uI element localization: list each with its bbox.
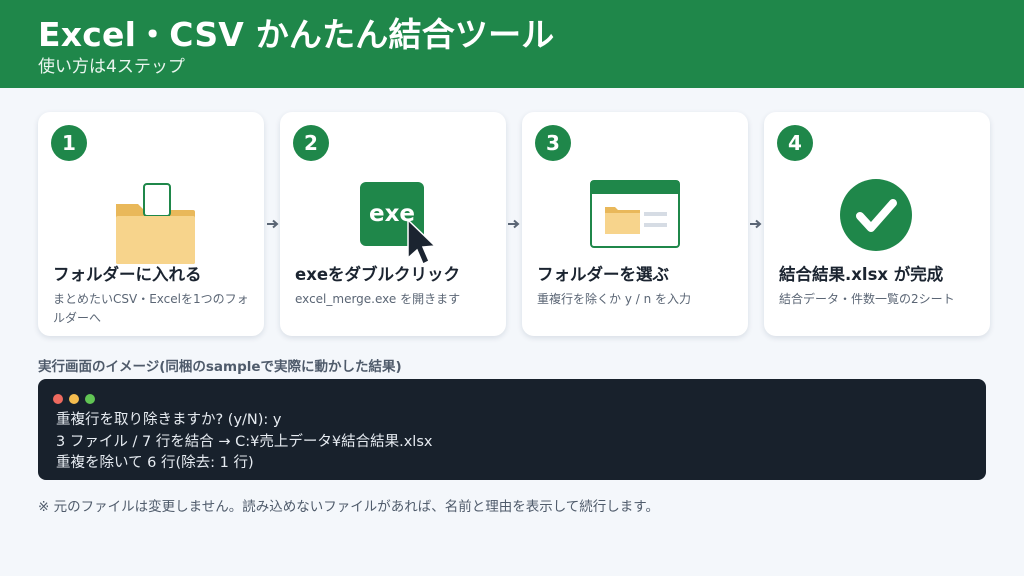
exe-label: exe xyxy=(368,201,416,227)
maximize-dot-icon xyxy=(85,394,95,404)
terminal-section-label: 実行画面のイメージ(同梱のsampleで実際に動かした結果) xyxy=(38,359,402,375)
folder-with-document-icon xyxy=(38,172,264,264)
header-banner: Excel・CSV かんたん結合ツール 使い方は4ステップ xyxy=(0,0,1024,88)
check-circle-icon xyxy=(764,172,990,264)
terminal-line: 3 ファイル / 7 行を結合 → C:¥売上データ¥結合結果.xlsx xyxy=(56,433,433,450)
step-description: まとめたいCSV・Excelを1つのフォルダーへ xyxy=(53,292,249,325)
terminal-window: 重複行を取り除きますか? (y/N): y 3 ファイル / 7 行を結合 → … xyxy=(38,379,986,480)
minimize-dot-icon xyxy=(69,394,79,404)
step-title: フォルダーを選ぶ xyxy=(537,265,669,284)
folder-window-icon xyxy=(522,172,748,264)
step-description: 結合データ・件数一覧の2シート xyxy=(779,292,955,306)
exe-with-cursor-icon: exe xyxy=(280,172,506,266)
page-title: Excel・CSV かんたん結合ツール xyxy=(38,15,555,54)
footnote: ※ 元のファイルは変更しません。読み込めないファイルがあれば、名前と理由を表示し… xyxy=(38,499,659,515)
arrow-right-icon xyxy=(749,216,763,230)
close-dot-icon xyxy=(53,394,63,404)
terminal-output: 重複行を取り除きますか? (y/N): y 3 ファイル / 7 行を結合 → … xyxy=(56,410,432,475)
step-number-badge: 4 xyxy=(777,125,813,161)
step-title: 結合結果.xlsx が完成 xyxy=(779,265,944,284)
arrow-right-icon xyxy=(507,216,521,230)
step-number-badge: 3 xyxy=(535,125,571,161)
step-card-3: 3 フォルダーを選ぶ 重複行を除くか y / n を入力 xyxy=(522,112,748,336)
step-card-1: 1 フォルダーに入れる まとめたいCSV・Excelを1つのフォルダーへ xyxy=(38,112,264,336)
arrow-right-icon xyxy=(266,216,280,230)
step-description: excel_merge.exe を開きます xyxy=(295,292,461,306)
step-card-4: 4 結合結果.xlsx が完成 結合データ・件数一覧の2シート xyxy=(764,112,990,336)
step-description: 重複行を除くか y / n を入力 xyxy=(537,292,692,306)
step-title: フォルダーに入れる xyxy=(53,265,202,284)
terminal-line: 重複を除いて 6 行(除去: 1 行) xyxy=(56,455,254,471)
terminal-line: 重複行を取り除きますか? (y/N): y xyxy=(56,412,282,428)
steps-row: 1 フォルダーに入れる まとめたいCSV・Excelを1つのフォルダーへ 2 e… xyxy=(38,112,990,336)
page-subtitle: 使い方は4ステップ xyxy=(38,57,185,77)
window-controls xyxy=(53,389,101,404)
step-title: exeをダブルクリック xyxy=(295,265,461,284)
step-number-badge: 1 xyxy=(51,125,87,161)
step-number-badge: 2 xyxy=(293,125,329,161)
step-card-2: 2 exe exeをダブルクリック excel_merge.exe を開きます xyxy=(280,112,506,336)
